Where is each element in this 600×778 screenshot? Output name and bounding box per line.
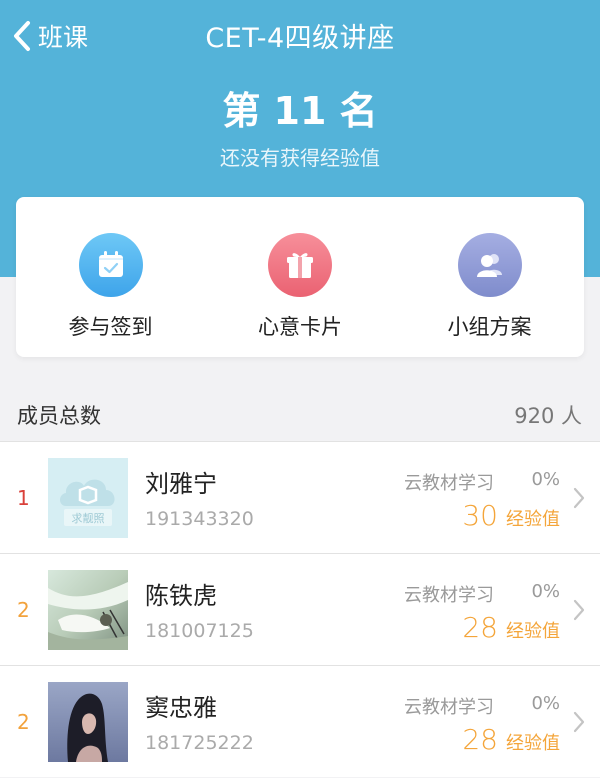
checkin-action[interactable]: 参与签到 <box>16 197 205 357</box>
placeholder-avatar: 求靓照 <box>48 458 128 538</box>
avatar-text: 求靓照 <box>72 511 105 525</box>
member-source: 云教材学习 <box>404 585 494 606</box>
group-icon <box>457 233 522 297</box>
chevron-right-icon <box>573 487 585 509</box>
rank-number: 2 <box>17 597 30 622</box>
anime-avatar <box>48 570 128 650</box>
members-count: 920 人 <box>514 404 582 428</box>
member-id: 191343320 <box>145 508 254 530</box>
chevron-right-icon <box>573 711 585 733</box>
members-summary: 成员总数 920 人 <box>0 390 600 440</box>
member-row[interactable]: 1 求靓照 刘雅宁 191343320 云教材学习 0% 30 经验值 <box>0 441 600 553</box>
member-xp: 30 经验值 <box>462 499 560 532</box>
class-ranking-screen: 班课 CET-4四级讲座 第 11 名 还没有获得经验值 参与签到 心意卡片 小… <box>0 0 600 778</box>
member-name: 陈铁虎 <box>145 582 217 610</box>
gift-card-label: 心意卡片 <box>258 315 342 339</box>
member-percent: 0% <box>531 581 560 602</box>
member-xp: 28 经验值 <box>462 723 560 756</box>
member-row[interactable]: 2 陈铁虎 181007125 云教材学习 0% 28 经验值 <box>0 553 600 665</box>
gift-card-action[interactable]: 心意卡片 <box>206 197 395 357</box>
member-id: 181725222 <box>145 732 254 754</box>
rank-subtitle: 还没有获得经验值 <box>220 146 380 170</box>
chevron-right-icon <box>573 599 585 621</box>
xp-value: 30 <box>462 499 498 532</box>
rank-title: 第 11 名 <box>222 89 378 133</box>
xp-value: 28 <box>462 723 498 756</box>
page-title: CET-4四级讲座 <box>205 23 395 54</box>
xp-unit: 经验值 <box>506 733 560 754</box>
member-source: 云教材学习 <box>404 697 494 718</box>
group-plan-action[interactable]: 小组方案 <box>395 197 584 357</box>
xp-unit: 经验值 <box>506 621 560 642</box>
action-card: 参与签到 心意卡片 小组方案 <box>16 197 584 357</box>
member-row[interactable]: 2 窦忠雅 181725222 云教材学习 0% 28 经验值 <box>0 665 600 777</box>
member-source: 云教材学习 <box>404 473 494 494</box>
rank-number: 2 <box>17 709 30 734</box>
photo-avatar <box>48 682 128 762</box>
gift-icon <box>268 233 332 297</box>
member-name: 窦忠雅 <box>145 694 217 722</box>
rank-number: 1 <box>17 485 30 510</box>
calendar-check-icon <box>78 233 143 297</box>
checkin-label: 参与签到 <box>68 315 153 339</box>
xp-value: 28 <box>462 611 498 644</box>
member-percent: 0% <box>531 693 560 714</box>
member-xp: 28 经验值 <box>462 611 560 644</box>
group-plan-label: 小组方案 <box>447 315 532 339</box>
member-percent: 0% <box>531 469 560 490</box>
xp-unit: 经验值 <box>506 509 560 530</box>
member-name: 刘雅宁 <box>145 470 217 498</box>
member-list: 1 求靓照 刘雅宁 191343320 云教材学习 0% 30 经验值 2 陈铁… <box>0 441 600 777</box>
member-id: 181007125 <box>145 620 254 642</box>
members-label: 成员总数 <box>17 404 101 428</box>
